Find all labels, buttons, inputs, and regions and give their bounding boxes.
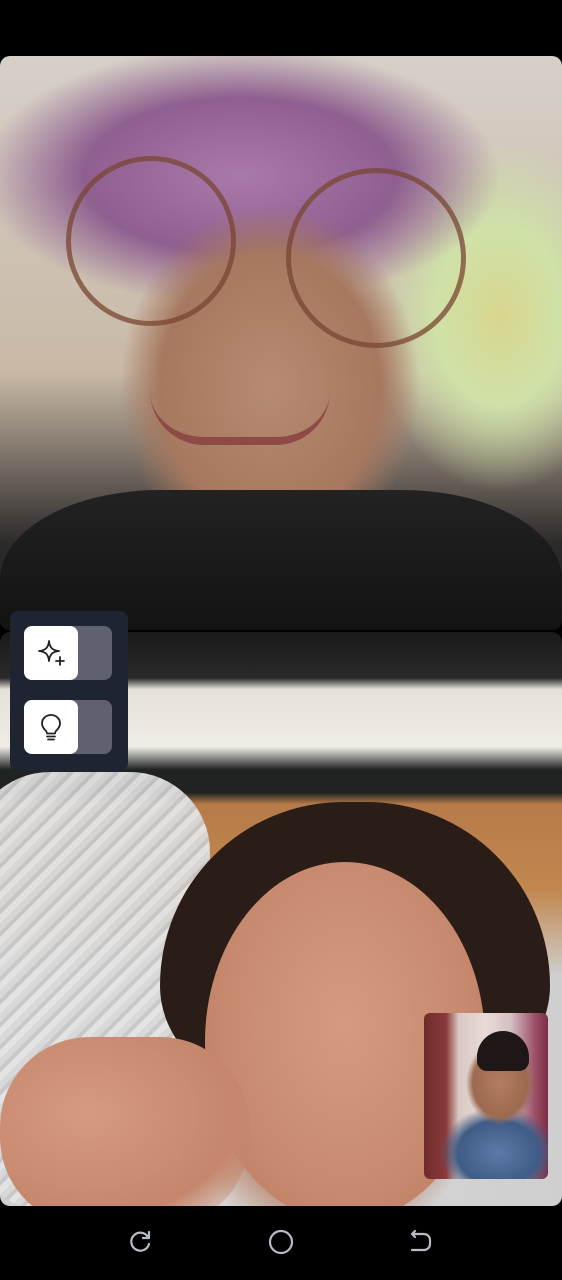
effects-panel: [10, 611, 128, 771]
effects-toggle-lighting[interactable]: [24, 700, 112, 754]
self-view-hair: [477, 1031, 529, 1071]
remote-video-top-garment: [0, 490, 562, 630]
effects-toggle-enhance-knob: [24, 626, 78, 680]
recents-button[interactable]: [122, 1226, 158, 1262]
back-icon: [406, 1228, 434, 1260]
remote-video-bottom-hand: [0, 1037, 250, 1206]
remote-video-top-glasses: [66, 156, 466, 348]
status-bar: [0, 0, 562, 56]
remote-video-top-smile: [150, 391, 330, 445]
home-icon: [266, 1227, 296, 1261]
effects-toggle-enhance[interactable]: [24, 626, 112, 680]
remote-video-top[interactable]: [0, 56, 562, 630]
home-button[interactable]: [263, 1226, 299, 1262]
effects-toggle-lighting-knob: [24, 700, 78, 754]
lightbulb-icon: [37, 712, 65, 742]
system-nav-bar: [0, 1206, 562, 1280]
back-button[interactable]: [402, 1226, 438, 1262]
recents-icon: [126, 1228, 154, 1260]
sparkle-icon: [36, 638, 66, 668]
self-view-pip[interactable]: [424, 1013, 548, 1179]
